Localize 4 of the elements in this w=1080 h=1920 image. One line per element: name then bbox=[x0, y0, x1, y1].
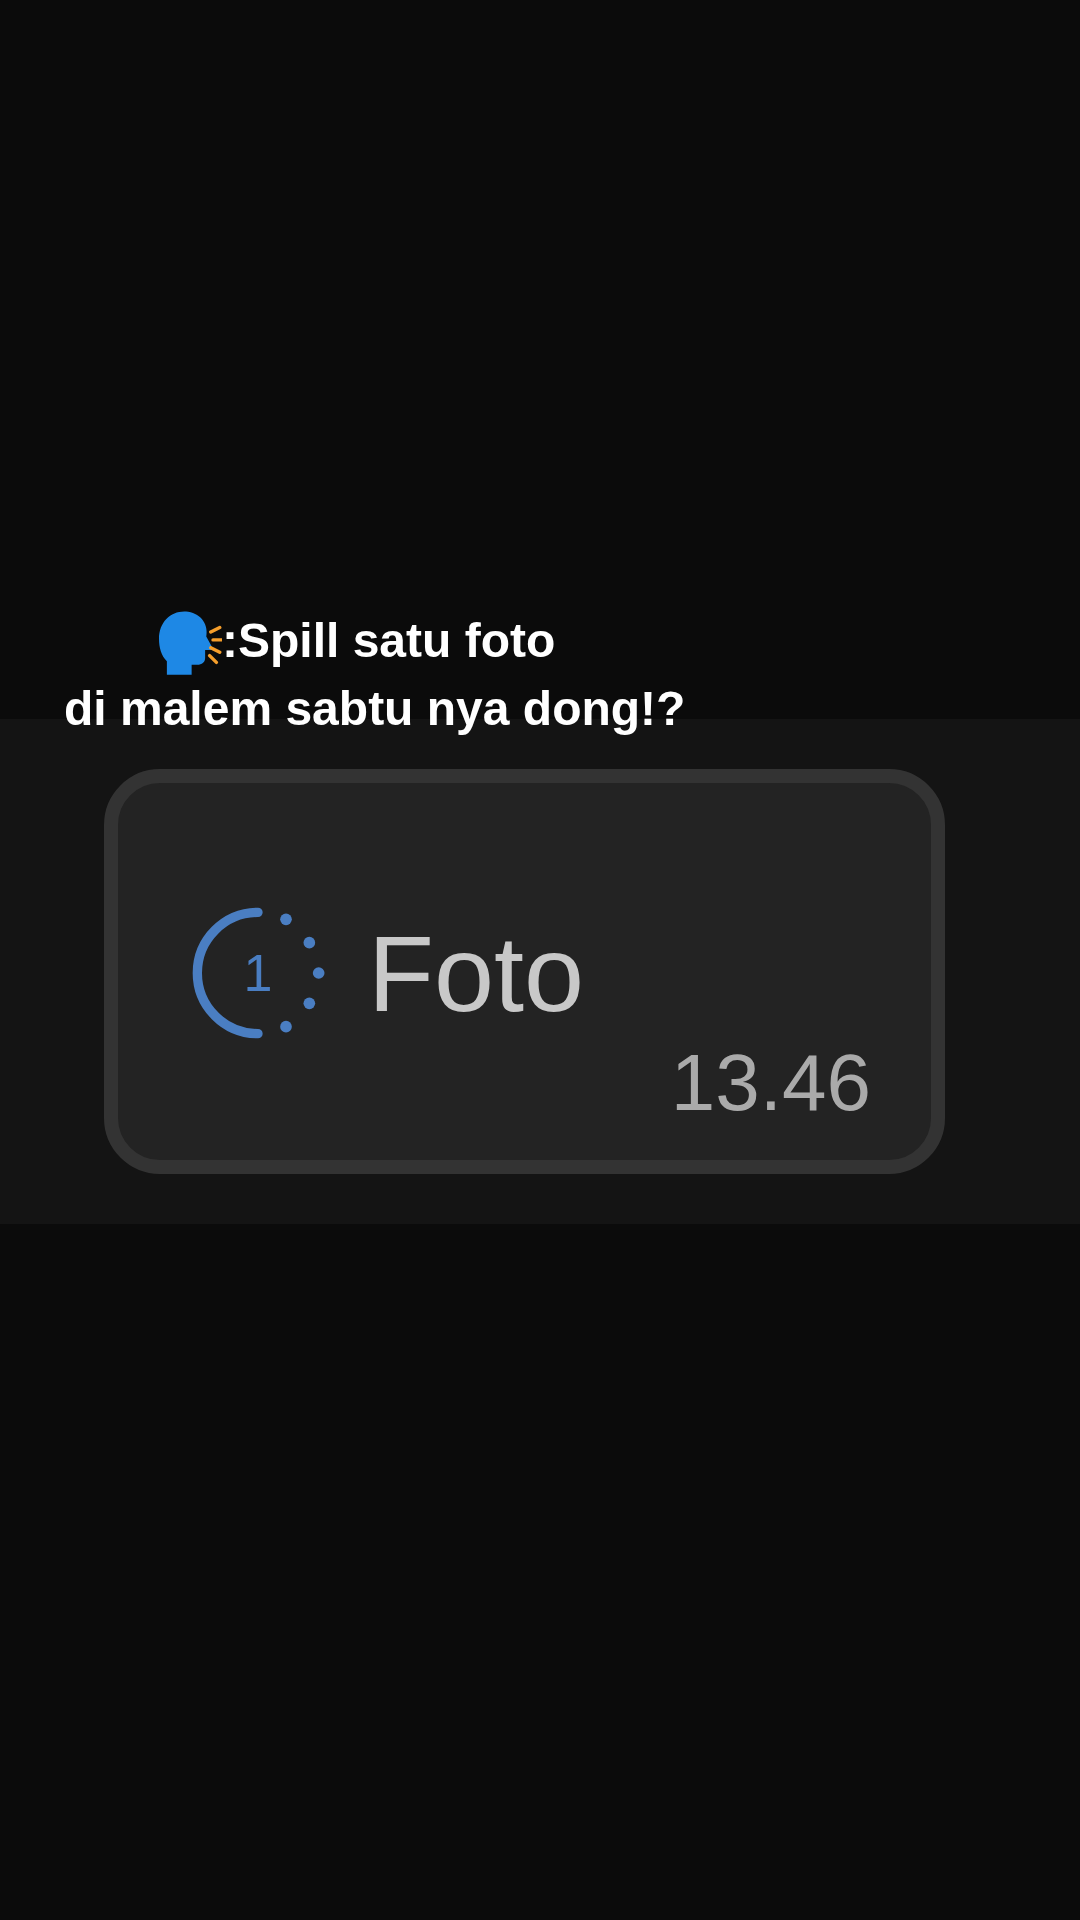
message-time: 13.46 bbox=[670, 1037, 871, 1129]
caption-text: :Spill satu foto bbox=[222, 613, 556, 669]
caption-text: di malem sabtu nya dong!? bbox=[64, 681, 687, 737]
media-label: Foto bbox=[368, 911, 585, 1036]
